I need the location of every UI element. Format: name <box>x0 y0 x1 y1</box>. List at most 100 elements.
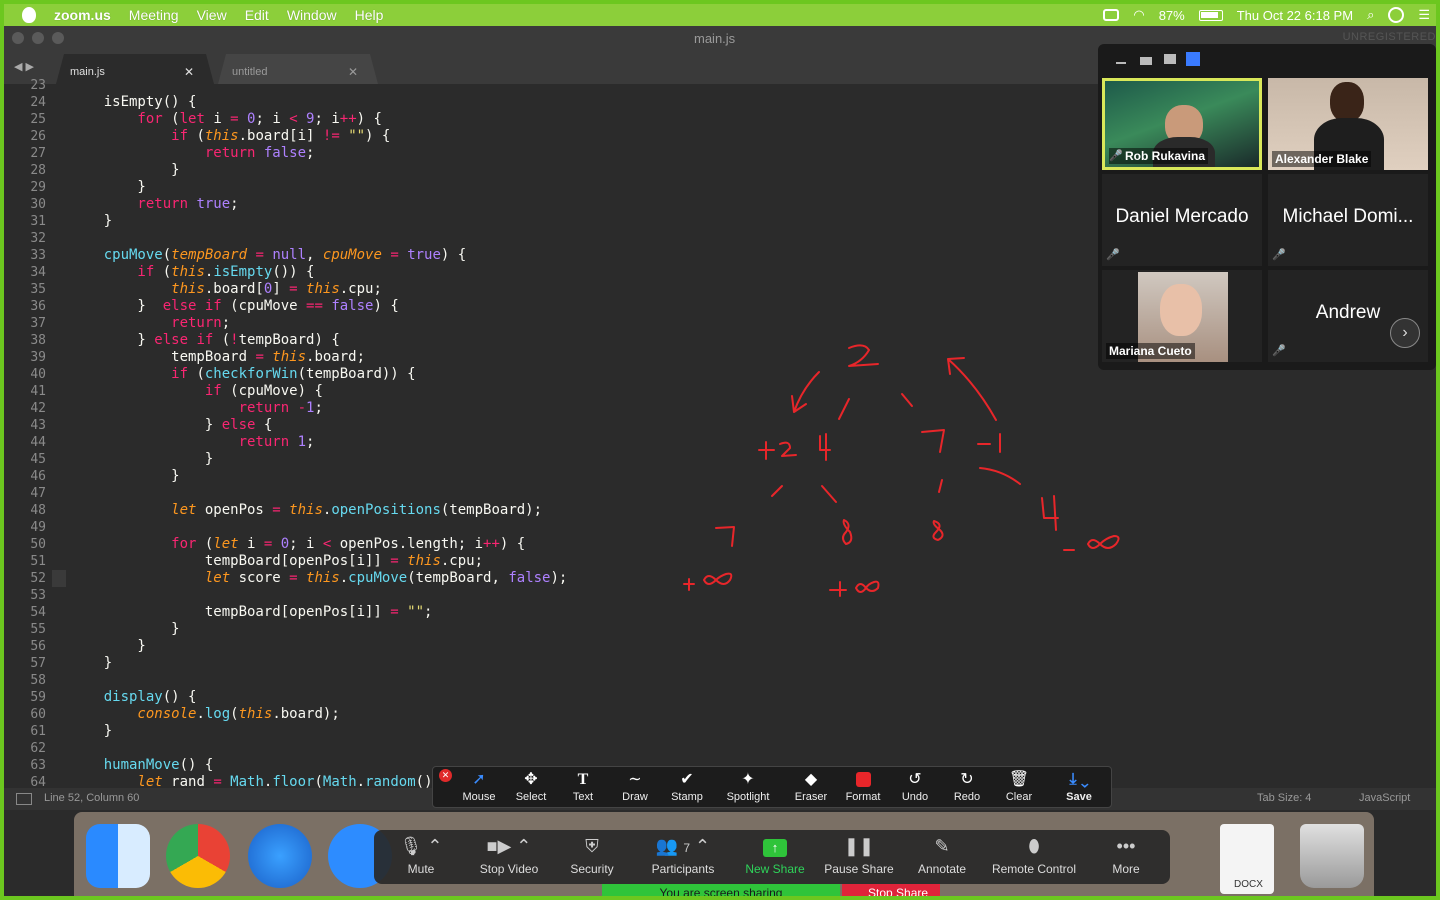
annotation-stroke <box>848 344 879 367</box>
redo-icon: ↻ <box>960 771 974 788</box>
safari-icon[interactable] <box>248 824 312 888</box>
annotation-stroke <box>715 526 735 547</box>
tool-undo[interactable]: ↺ Undo <box>889 767 941 809</box>
annotation-stroke <box>683 572 733 591</box>
annotation-stroke <box>791 371 820 413</box>
undo-icon: ↺ <box>908 771 922 788</box>
participant-name: Mariana Cueto <box>1106 343 1195 359</box>
eraser-icon: ◆ <box>804 771 818 788</box>
annotation-stroke <box>938 479 943 493</box>
annotation-stroke <box>1063 535 1120 551</box>
muted-mic-icon: 🎤 <box>1272 345 1286 357</box>
share-status: You are screen sharing <box>659 886 783 900</box>
tool-mouse[interactable]: ➚ Mouse <box>453 767 505 809</box>
annotation-stroke <box>921 429 945 453</box>
more-icon: ••• <box>1116 836 1136 856</box>
move-icon: ✥ <box>524 771 538 788</box>
trash-icon[interactable] <box>1300 824 1364 888</box>
screen: zoom.us Meeting View Edit Window Help ◠ … <box>0 0 1440 900</box>
tool-save[interactable]: ⤓ ⌄ Save <box>1049 767 1109 809</box>
annotation-stroke <box>838 398 850 420</box>
pen-icon: ✎ <box>934 836 950 856</box>
annotation-stroke <box>947 357 997 421</box>
tool-stamp[interactable]: ✔ Stamp <box>661 767 713 809</box>
microphone-icon: 🎙 ⌃ <box>399 836 443 856</box>
participant-tile-alexander[interactable]: Alexander Blake <box>1268 78 1428 170</box>
close-annotation-icon[interactable]: ✕ <box>439 769 452 782</box>
video-gallery-panel: Rob Rukavina 🎤 Alexander Blake Daniel Me… <box>1098 44 1436 370</box>
annotation-stroke <box>821 485 837 503</box>
participant-tile-rob[interactable]: Rob Rukavina 🎤 <box>1102 78 1262 170</box>
gallery-view-icon[interactable] <box>1186 52 1200 66</box>
annotation-toolbar: ✕ ➚ Mouse ✥ Select T Text ∼ Draw ✔ Stamp ✦ Spo… <box>432 766 1112 808</box>
participant-count: 7 <box>683 841 690 855</box>
tool-select[interactable]: ✥ Select <box>505 767 557 809</box>
annotation-stroke <box>901 393 913 407</box>
stop-share-label: Stop Share <box>868 886 929 900</box>
minimize-icon[interactable] <box>1116 62 1126 64</box>
save-icon: ⤓ ⌄ <box>1069 771 1089 788</box>
tool-clear[interactable]: 🗑 Clear <box>993 767 1045 809</box>
speaker-view-icon[interactable] <box>1140 57 1152 65</box>
participant-tile-daniel[interactable]: Daniel Mercado 🎤 <box>1102 174 1262 266</box>
participant-name: Daniel Mercado <box>1115 206 1249 227</box>
pause-icon: ❚❚ <box>843 836 875 856</box>
annotation-stroke <box>771 485 783 497</box>
participant-name: Rob Rukavina <box>1109 148 1209 164</box>
tool-draw[interactable]: ∼ Draw <box>609 767 661 809</box>
participants-icon: 👥 7 ⌃ <box>655 836 711 856</box>
next-page-icon[interactable]: › <box>1390 318 1420 348</box>
security-button[interactable]: ⛨ Security <box>564 830 620 884</box>
annotation-stroke <box>758 441 797 460</box>
trash-icon: 🗑 <box>1008 771 1030 788</box>
new-share-button[interactable]: ↑ New Share <box>742 830 808 884</box>
share-screen-icon: ↑ <box>742 836 808 858</box>
text-icon: T <box>577 771 589 788</box>
participants-button[interactable]: 👥 7 ⌃ Participants <box>644 830 722 884</box>
participant-name: Michael Domi... <box>1282 206 1414 227</box>
annotation-stroke <box>932 520 944 541</box>
annotation-stroke <box>1041 495 1059 531</box>
strip-view-icon[interactable] <box>1164 54 1176 64</box>
participant-video <box>1160 284 1202 336</box>
remote-control-button[interactable]: ⬮ Remote Control <box>988 830 1080 884</box>
screen-sharing-banner: You are screen sharing <box>602 884 840 900</box>
checkmark-icon: ✔ <box>680 771 694 788</box>
wand-icon: ✦ <box>741 771 755 788</box>
mouse-icon: ⬮ <box>1028 836 1040 856</box>
annotation-stroke <box>829 580 880 597</box>
stop-share-button[interactable]: Stop Share <box>842 884 940 900</box>
tool-text[interactable]: T Text <box>557 767 609 809</box>
docx-file-icon[interactable]: DOCX <box>1220 824 1274 894</box>
participant-name: Alexander Blake <box>1272 151 1372 167</box>
annotation-stroke <box>842 519 853 545</box>
finder-icon[interactable] <box>86 824 150 888</box>
tool-eraser[interactable]: ◆ Eraser <box>785 767 837 809</box>
gallery-header <box>1098 44 1436 74</box>
stop-video-button[interactable]: ■▶ ⌃ Stop Video <box>470 830 548 884</box>
tool-redo[interactable]: ↻ Redo <box>941 767 993 809</box>
tool-spotlight[interactable]: ✦ Spotlight <box>717 767 779 809</box>
color-swatch-icon <box>837 767 889 789</box>
more-button[interactable]: ••• More <box>1106 830 1146 884</box>
mute-button[interactable]: 🎙 ⌃ Mute <box>394 830 448 884</box>
participant-tile-mariana[interactable]: Mariana Cueto <box>1102 270 1262 362</box>
participant-tile-michael[interactable]: Michael Domi... 🎤 <box>1268 174 1428 266</box>
shield-icon: ⛨ <box>585 836 599 856</box>
annotate-button[interactable]: ✎ Annotate <box>914 830 970 884</box>
annotation-stroke <box>979 467 1021 485</box>
muted-mic-icon: 🎤 <box>1109 150 1123 162</box>
muted-mic-icon: 🎤 <box>1272 249 1286 261</box>
pause-share-button[interactable]: ❚❚ Pause Share <box>822 830 896 884</box>
annotation-stroke <box>977 433 1001 453</box>
annotation-stroke <box>819 433 831 461</box>
chrome-icon[interactable] <box>166 824 230 888</box>
participant-tile-andrew[interactable]: Andrew 🎤 › <box>1268 270 1428 362</box>
meeting-controls-bar: 🎙 ⌃ Mute ■▶ ⌃ Stop Video ⛨ Security 👥 7 ⌃ Pa… <box>374 830 1170 884</box>
participant-video <box>1330 82 1364 122</box>
docx-label: DOCX <box>1234 879 1263 890</box>
squiggle-icon: ∼ <box>628 771 642 788</box>
camera-icon: ■▶ ⌃ <box>486 836 532 856</box>
tool-format[interactable]: Format <box>837 767 889 809</box>
muted-mic-icon: 🎤 <box>1106 249 1120 261</box>
